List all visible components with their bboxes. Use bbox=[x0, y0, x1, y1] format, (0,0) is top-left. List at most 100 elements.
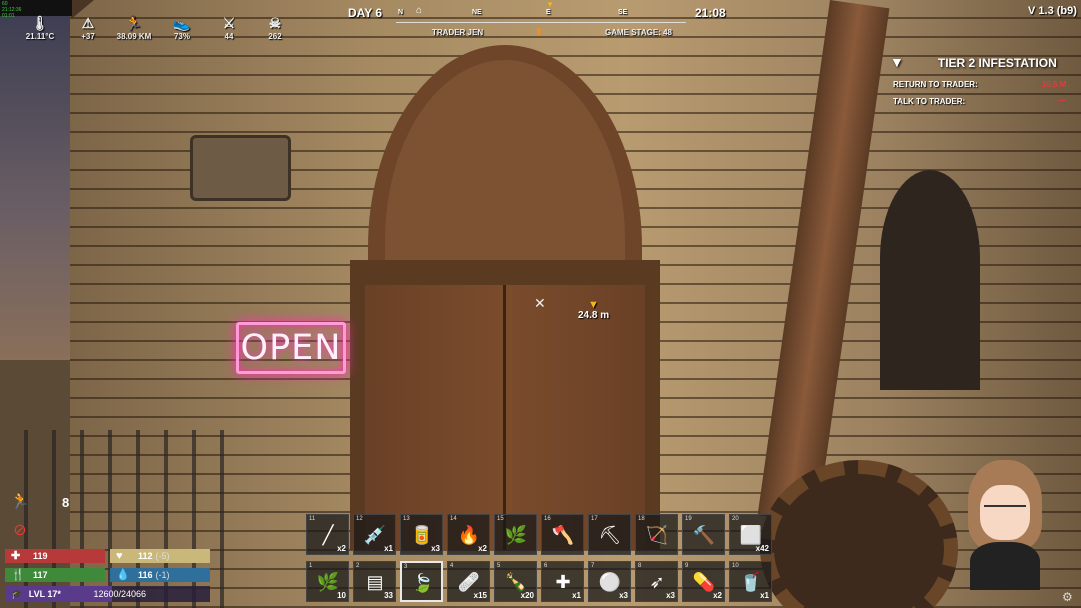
water-icon: 💧 bbox=[116, 569, 130, 581]
slot-count: 10 bbox=[337, 591, 346, 600]
slot-number: 17 bbox=[591, 516, 598, 522]
stat-shoe: 👟 73% bbox=[160, 14, 204, 41]
waypoint-marker: ▼ 24.8 m bbox=[578, 300, 610, 322]
slot-count: x1 bbox=[760, 591, 769, 600]
slot-number: 14 bbox=[450, 516, 457, 522]
trader-direction-icon: ▮ bbox=[536, 26, 542, 37]
toolbelt-slot-9[interactable]: 9 💊 x2 bbox=[682, 561, 725, 602]
level-value: LVL 17* bbox=[28, 589, 61, 599]
slot-number: 15 bbox=[497, 516, 504, 522]
avatar-body bbox=[970, 542, 1040, 590]
toolbelt-slot-14[interactable]: 14 🔥 x2 bbox=[447, 514, 490, 555]
toolbelt-slot-3[interactable]: 3 🍃 bbox=[400, 561, 443, 602]
stat-value: 21.11°C bbox=[25, 32, 55, 41]
hammer-icon: 🔨 bbox=[692, 525, 716, 545]
toolbelt-slot-20[interactable]: 20 ⬜ x42 bbox=[729, 514, 772, 555]
toolbelt-slot-11[interactable]: 11 ╱ x2 bbox=[306, 514, 349, 555]
slot-count: x3 bbox=[619, 591, 628, 600]
stat-zombie-kills: ⚔ 44 bbox=[207, 14, 251, 41]
food-value: 117 bbox=[33, 570, 48, 580]
slot-number: 1 bbox=[309, 563, 313, 569]
slot-number: 20 bbox=[732, 516, 739, 522]
stat-value: +37 bbox=[81, 32, 95, 41]
toolbelt-slot-13[interactable]: 13 🥫 x3 bbox=[400, 514, 443, 555]
stamina-icon: ♥ bbox=[116, 550, 123, 562]
slot-count: x1 bbox=[572, 591, 581, 600]
toolbelt-slot-7[interactable]: 7 ⚪ x3 bbox=[588, 561, 631, 602]
toolbelt-slot-17[interactable]: 17 ⛏ bbox=[588, 514, 631, 555]
slot-number: 4 bbox=[450, 563, 454, 569]
slot-count: x15 bbox=[473, 591, 487, 600]
leaves-icon: 🍃 bbox=[411, 573, 435, 593]
slot-number: 19 bbox=[685, 516, 692, 522]
slot-number: 12 bbox=[356, 516, 363, 522]
slot-number: 11 bbox=[309, 516, 316, 522]
slot-count: x20 bbox=[520, 591, 534, 600]
water-modifier: (-1) bbox=[155, 570, 170, 580]
toolbelt-slot-6[interactable]: 6 ✚ x1 bbox=[541, 561, 584, 602]
water-bar: 💧 116 (-1) bbox=[110, 568, 210, 582]
church-window bbox=[880, 170, 980, 390]
slot-number: 2 bbox=[356, 563, 360, 569]
loudspeaker bbox=[190, 135, 291, 201]
stat-skull: ☠ 262 bbox=[253, 14, 297, 41]
toolbelt-slot-10[interactable]: 10 🥤 x1 bbox=[729, 561, 772, 602]
toolbelt-slot-12[interactable]: 12 💉 x1 bbox=[353, 514, 396, 555]
toolbelt-slot-15[interactable]: 15 🌿 bbox=[494, 514, 537, 555]
toolbelt-slot-8[interactable]: 8 ➶ x3 bbox=[635, 561, 678, 602]
door-split bbox=[503, 285, 506, 550]
slot-count: x3 bbox=[666, 591, 675, 600]
slot-number: 5 bbox=[497, 563, 501, 569]
plant-fiber-icon: 🌿 bbox=[504, 525, 528, 545]
toolbelt-slot-1[interactable]: 1 🌿 10 bbox=[306, 561, 349, 602]
compass-n: N bbox=[398, 9, 404, 16]
game-stage: GAME STAGE: 48 bbox=[605, 28, 672, 37]
version-label: V 1.3 (b9) bbox=[1028, 5, 1077, 17]
stat-hazard: ⚠ +37 bbox=[66, 14, 110, 41]
trader-name: TRADER JEN bbox=[432, 28, 484, 37]
skull-icon: ☠ bbox=[268, 15, 282, 31]
xp-value: 12600/24066 bbox=[93, 589, 146, 599]
slot-number: 9 bbox=[685, 563, 689, 569]
waypoint-distance: 24.8 m bbox=[578, 310, 610, 321]
toolbelt-slot-4[interactable]: 4 🩹 x15 bbox=[447, 561, 490, 602]
quest-title-text: TIER 2 INFESTATION bbox=[937, 56, 1057, 70]
toolbelt-slot-2[interactable]: 2 ▤ 33 bbox=[353, 561, 396, 602]
quest-marker-icon: ▼ bbox=[546, 0, 554, 9]
slot-count: x2 bbox=[713, 591, 722, 600]
slot-number: 7 bbox=[591, 563, 595, 569]
companion-avatar bbox=[960, 460, 1050, 590]
toolbelt-slot-16[interactable]: 16 🪓 bbox=[541, 514, 584, 555]
quest-objective-return: RETURN TO TRADER: bbox=[893, 80, 978, 89]
quest-objective-return-value: 26.5 M bbox=[1042, 80, 1067, 89]
slot-count: 33 bbox=[384, 591, 393, 600]
stamina-bar: ♥ 112 (-5) bbox=[110, 549, 210, 563]
food-bar: 🍴 117 bbox=[5, 568, 105, 582]
hazard-icon: ⚠ bbox=[81, 15, 95, 31]
compass: N NE E SE ⌂ ▼ bbox=[396, 0, 686, 23]
stat-value: 38.09 KM bbox=[116, 32, 152, 41]
compass-ne: NE bbox=[472, 9, 482, 16]
no-sprint-icon[interactable]: ⊘ bbox=[9, 520, 31, 542]
toolbelt-slot-18[interactable]: 18 🏹 bbox=[635, 514, 678, 555]
encumbrance-icon[interactable]: 🏃 bbox=[9, 491, 31, 513]
slot-count: x3 bbox=[431, 544, 440, 553]
day-counter: DAY 6 bbox=[348, 6, 383, 20]
food-icon: 🍴 bbox=[11, 569, 25, 581]
slot-number: 10 bbox=[732, 563, 739, 569]
health-value: 119 bbox=[33, 551, 48, 561]
buff-count: 8 bbox=[62, 495, 70, 510]
stat-value: 73% bbox=[173, 32, 190, 41]
thermometer-icon: 🌡 bbox=[31, 15, 49, 31]
stamina-value: 112 bbox=[138, 551, 153, 561]
slot-number: 3 bbox=[404, 564, 408, 570]
toolbelt-slot-5[interactable]: 5 🍾 x20 bbox=[494, 561, 537, 602]
shoe-icon: 👟 bbox=[173, 15, 191, 31]
settings-gear-icon[interactable]: ⚙ bbox=[1062, 590, 1073, 604]
slot-count: x42 bbox=[755, 544, 769, 553]
stat-thermometer: 🌡 21.11°C bbox=[18, 14, 62, 41]
quest-title: ▼ TIER 2 INFESTATION bbox=[890, 54, 1057, 70]
quest-objective-talk: TALK TO TRADER: bbox=[893, 97, 966, 106]
toolbelt-slot-19[interactable]: 19 🔨 bbox=[682, 514, 725, 555]
level-bar: 🎓 LVL 17* 12600/24066 bbox=[5, 586, 210, 602]
